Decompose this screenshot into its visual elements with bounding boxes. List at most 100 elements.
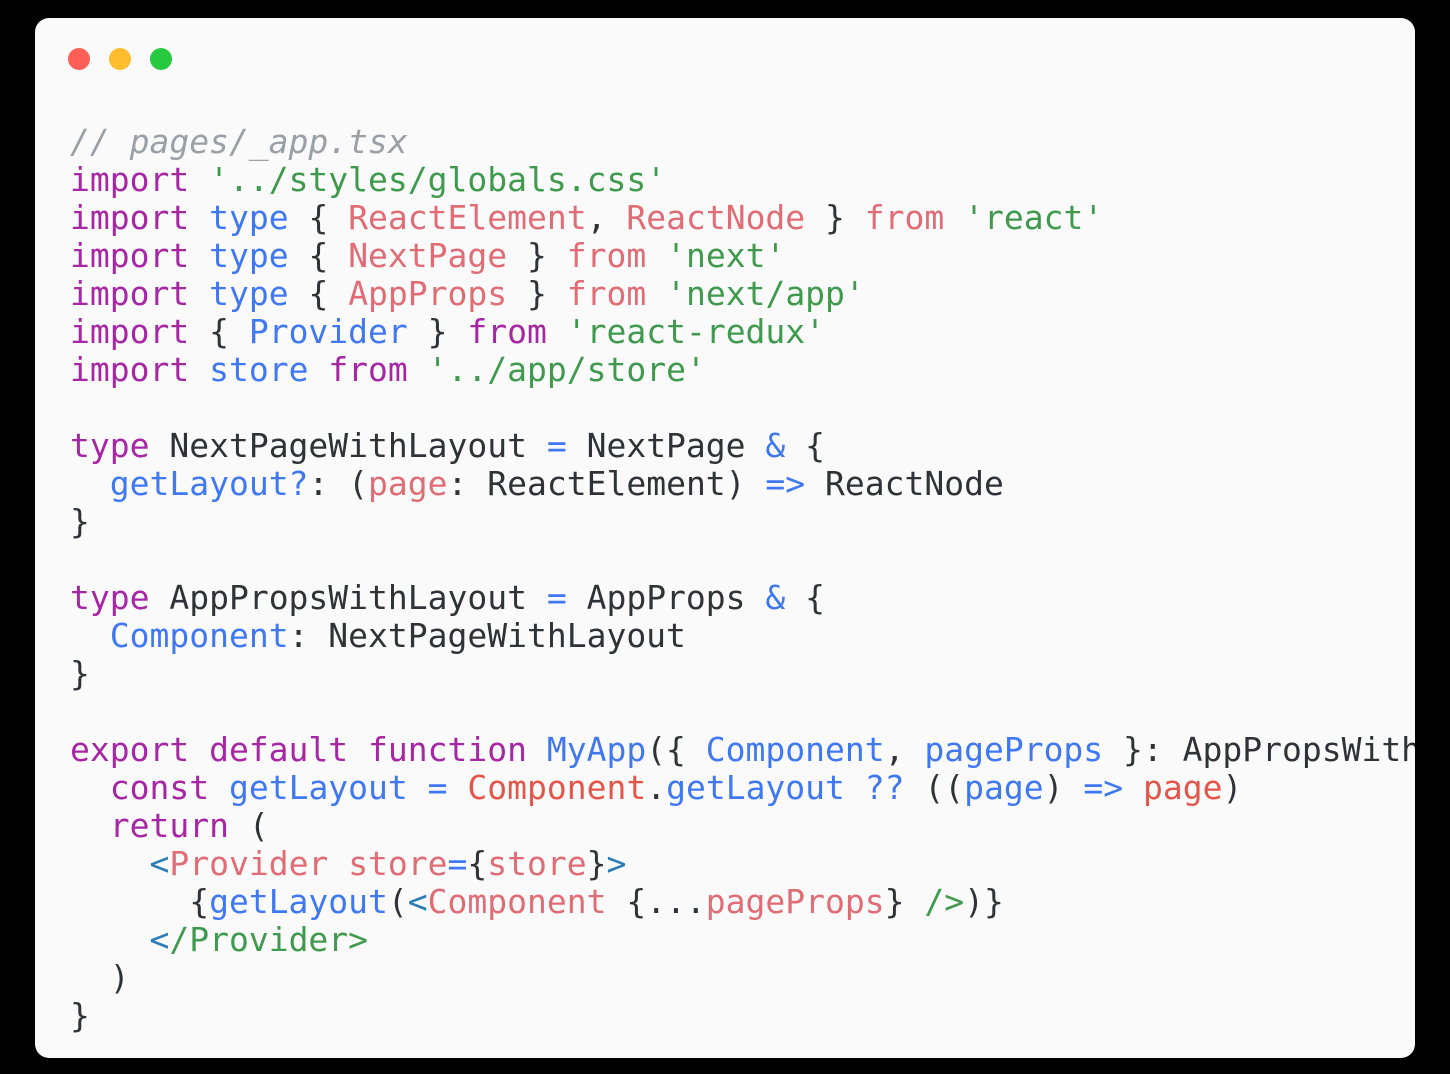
code-line: </Provider> [70,921,1407,959]
token-keyword: from [328,350,408,389]
token-plain: , [884,730,925,769]
token-plain: } [70,502,90,541]
token-string: 'next' [666,236,786,275]
token-keyword: import [70,236,190,275]
token-plain: ReactNode [805,464,1004,503]
token-plain: { [785,578,826,617]
code-line: export default function MyApp({ Componen… [70,730,1415,769]
code-line: getLayout?: (page: ReactElement) => Reac… [70,465,1407,503]
token-plain: { [288,198,349,237]
token-string: '../app/store' [427,350,706,389]
token-type: AppProps [348,274,508,313]
token-type: from [566,274,647,313]
code-line: ​ [70,541,1407,579]
token-blue: => [1083,768,1124,807]
token-blue: getLayout? [109,464,309,503]
token-blue: = [546,426,567,465]
token-string: '../styles/globals.css' [209,160,667,199]
code-line: {getLayout(<Component {...pageProps} />)… [70,883,1407,921]
token-plain: ( [228,806,269,845]
code-line: ) [70,959,1407,997]
token-keyword: import [70,198,190,237]
token-plain: } [70,654,90,693]
token-plain: } [507,236,567,275]
code-line: import type { AppProps } from 'next/app' [70,275,1407,313]
token-plain: , [586,198,627,237]
token-keyword: type [70,426,150,465]
token-plain: } [507,274,567,313]
token-blue: page [964,768,1044,807]
window-minimize-button[interactable] [109,48,131,70]
token-blue: = [447,844,468,883]
token-blue: getLayout [666,768,845,807]
token-plain: { [785,426,826,465]
token-jsxtag: /Provider> [169,920,369,959]
token-plain: )} [964,882,1004,921]
token-plain: ({ [646,730,706,769]
token-type: ReactElement [348,198,587,237]
token-plain: } [70,996,90,1035]
token-plain: } [407,312,468,351]
token-comment: // pages/_app.tsx [70,122,408,161]
token-blue: & [765,578,786,617]
code-line: const getLayout = Component.getLayout ??… [70,769,1407,807]
token-plain: {... [606,882,706,921]
token-blue: store [209,350,309,389]
token-blue: type [209,236,289,275]
token-var: Component [467,768,647,807]
token-string: 'react-redux' [566,312,826,351]
code-line: } [70,655,1407,693]
token-keyword: const [109,768,210,807]
code-block[interactable]: // pages/_app.tsx import '../styles/globa… [70,123,1415,1058]
code-line: } [70,503,1407,541]
token-keyword: import [70,160,190,199]
token-type: ReactNode [626,198,806,237]
token-keyword: import [70,312,190,351]
token-plain: AppProps [566,578,766,617]
token-blue: = [427,768,448,807]
code-line: ​ [70,389,1407,427]
window-titlebar[interactable] [35,18,1415,98]
window-close-button[interactable] [68,48,90,70]
token-plain: : ReactElement) [447,464,766,503]
code-line: import type { NextPage } from 'next' [70,237,1407,275]
token-jsxangle: < [407,882,428,921]
token-jsxtag: /> [924,882,965,921]
token-jsxangle: < [149,844,170,883]
token-jsxangle: > [606,844,627,883]
token-string: 'next/app' [666,274,865,313]
token-keyword: export default function [70,730,527,769]
window-zoom-button[interactable] [150,48,172,70]
token-keyword: from [467,312,547,351]
code-line: import store from '../app/store' [70,351,1407,389]
token-plain: }: AppPropsWithLayout) { [1123,730,1415,769]
code-line: return ( [70,807,1407,845]
code-line: type NextPageWithLayout = NextPage & { [70,427,1407,465]
token-blue: pageProps [924,730,1104,769]
token-plain: } [884,882,925,921]
code-line: import { Provider } from 'react-redux' [70,313,1407,351]
code-line: import type { ReactElement, ReactNode } … [70,199,1407,237]
token-blue: type [209,274,289,313]
token-keyword: return [109,806,229,845]
token-type: from [864,198,945,237]
code-line: // pages/_app.tsx [70,123,1407,161]
token-blue: getLayout [228,768,408,807]
token-blue: getLayout [209,882,388,921]
token-attr: Component [427,882,607,921]
